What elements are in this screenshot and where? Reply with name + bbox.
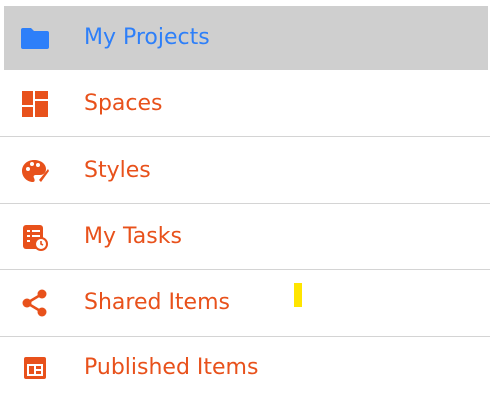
- menu-item-label: My Projects: [84, 25, 210, 50]
- menu-item-label: Published Items: [84, 354, 259, 380]
- menu-item-label: My Tasks: [84, 223, 182, 249]
- menu-item-my-tasks[interactable]: My Tasks: [4, 204, 488, 269]
- published-page-icon: [20, 353, 50, 383]
- menu-item-label: Shared Items: [84, 290, 230, 315]
- task-checklist-icon: [20, 222, 50, 252]
- highlight-marker: [294, 283, 302, 307]
- menu-item-label: Spaces: [84, 91, 163, 116]
- divider: [0, 136, 490, 137]
- menu-item-label: Styles: [84, 157, 151, 183]
- menu-item-spaces[interactable]: Spaces: [4, 72, 488, 136]
- folder-icon: [20, 23, 50, 53]
- share-icon: [20, 288, 50, 318]
- menu-item-published-items[interactable]: Published Items: [4, 337, 488, 398]
- palette-icon: [20, 156, 50, 186]
- sidebar-menu: My Projects Spaces Styles My Tasks Share…: [0, 0, 490, 398]
- grid-layout-icon: [20, 89, 50, 119]
- menu-item-styles[interactable]: Styles: [4, 138, 488, 203]
- menu-item-shared-items[interactable]: Shared Items: [4, 270, 488, 336]
- menu-item-my-projects[interactable]: My Projects: [4, 6, 488, 70]
